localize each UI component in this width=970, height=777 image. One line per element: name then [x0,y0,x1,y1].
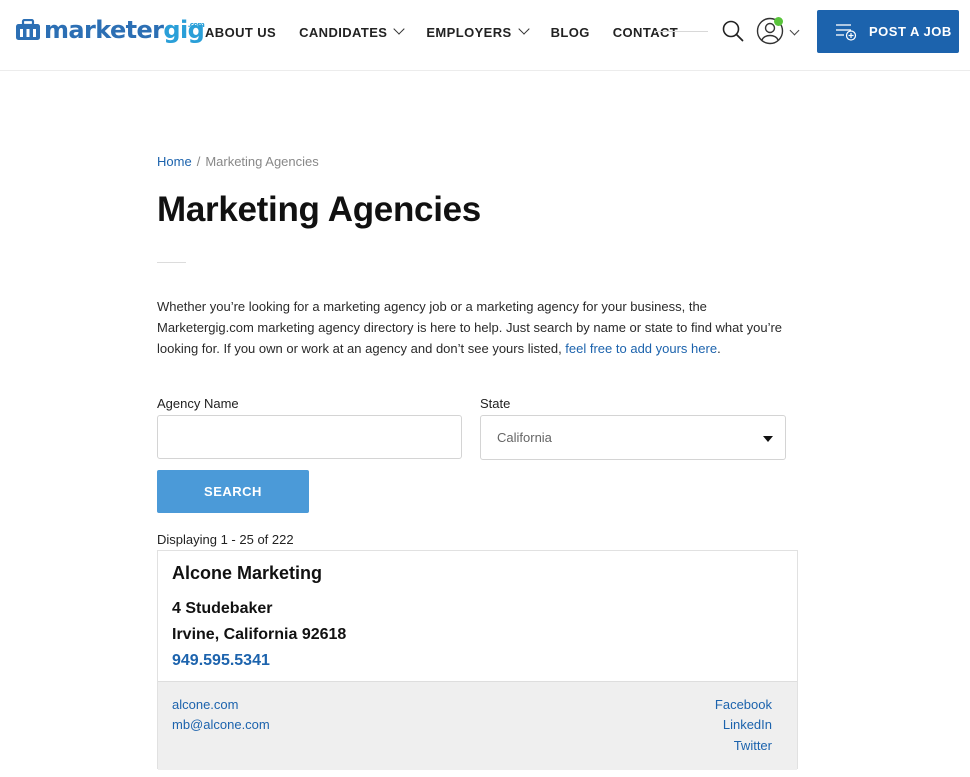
facebook-link[interactable]: Facebook [715,697,772,712]
online-status-dot [774,17,783,26]
site-logo[interactable]: marketergig .com [15,16,205,44]
nav-candidates-label: CANDIDATES [299,24,388,40]
twitter-link[interactable]: Twitter [734,738,772,753]
agency-card-footer: alcone.com mb@alcone.com Facebook Linked… [158,681,797,770]
add-agency-link[interactable]: feel free to add yours here [565,341,717,356]
nav-employers[interactable]: EMPLOYERS [426,23,530,40]
nav-about-label: ABOUT US [205,24,277,40]
chevron-down-icon [517,23,530,35]
chevron-down-icon[interactable] [789,25,800,36]
nav-contact[interactable]: CONTACT [613,25,678,40]
post-job-icon [836,23,857,41]
breadcrumb-current: Marketing Agencies [205,154,319,169]
linkedin-link[interactable]: LinkedIn [723,717,772,732]
post-job-button[interactable]: POST A JOB [817,10,959,53]
agency-card: Alcone Marketing 4 Studebaker Irvine, Ca… [157,550,798,770]
site-header: marketergig .com ABOUT US CANDIDATES EMP… [0,0,970,71]
intro-end: . [717,341,721,356]
intro-text: Whether you’re looking for a marketing a… [157,296,807,359]
results-summary: Displaying 1 - 25 of 222 [157,532,294,547]
nav-blog[interactable]: BLOG [551,25,590,40]
agency-website-link[interactable]: alcone.com [172,697,238,712]
main-nav: ABOUT US CANDIDATES EMPLOYERS BLOG CONTA… [205,0,701,64]
state-select[interactable]: California [480,415,786,460]
nav-blog-label: BLOG [550,24,590,40]
caret-down-icon [763,436,773,442]
nav-divider [654,31,708,32]
agency-name[interactable]: Alcone Marketing [172,563,322,584]
nav-employers-label: EMPLOYERS [426,24,512,40]
breadcrumb-home[interactable]: Home [157,154,192,169]
briefcase-icon [16,19,40,40]
search-icon[interactable] [722,20,744,42]
agency-address-line2: Irvine, California 92618 [172,626,347,643]
agency-name-label: Agency Name [157,396,239,411]
state-label: State [480,396,511,411]
agency-name-input[interactable] [157,415,462,459]
agency-address-line1: 4 Studebaker [172,600,273,617]
nav-contact-label: CONTACT [612,24,679,40]
logo-wordmark: marketergig .com [44,16,205,44]
search-button[interactable]: SEARCH [157,470,309,513]
nav-about-us[interactable]: ABOUT US [205,25,276,40]
chevron-down-icon [393,23,406,35]
post-job-label: POST A JOB [869,24,952,39]
logo-main-text: marketer [44,16,164,44]
breadcrumb-separator: / [196,154,201,169]
agency-phone-link[interactable]: 949.595.5341 [172,652,270,670]
state-selected-value: California [497,430,552,445]
title-divider [157,262,186,263]
nav-candidates[interactable]: CANDIDATES [299,23,406,40]
breadcrumb: Home / Marketing Agencies [157,154,319,169]
agency-email-link[interactable]: mb@alcone.com [172,717,270,732]
page-title: Marketing Agencies [157,190,481,229]
logo-suffix: .com [187,21,205,29]
